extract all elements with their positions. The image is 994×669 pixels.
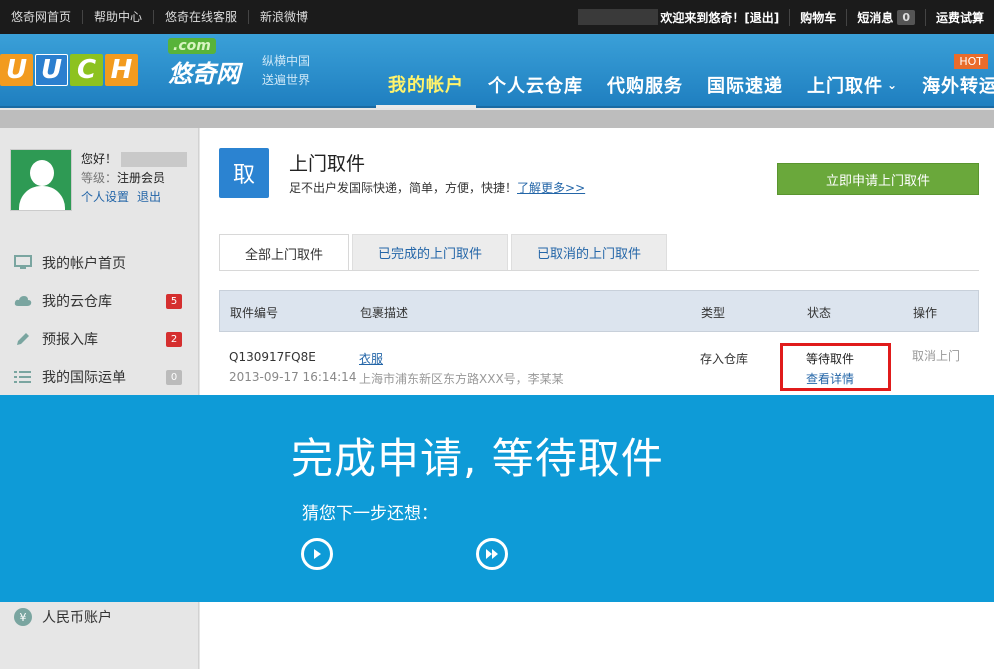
level-label: 等级： [81, 171, 118, 185]
sidebar-item-label: 预报入库 [42, 332, 98, 348]
username-redacted [578, 9, 659, 25]
subtitle-text: 足不出户发国际快递，简单，方便，快捷！ [289, 181, 518, 195]
sidebar-item-prealert[interactable]: 预报入库 2 [0, 320, 199, 358]
tab-all-pickups[interactable]: 全部上门取件 [219, 234, 350, 271]
count-badge: 2 [166, 332, 182, 347]
pickup-id: Q130917FQ8E [229, 350, 316, 364]
count-badge: 5 [166, 294, 182, 309]
chevron-down-icon: ⌄ [887, 78, 899, 92]
tab-completed-pickups[interactable]: 已完成的上门取件 [352, 234, 509, 270]
logo-text: 悠奇网 [168, 60, 240, 88]
cancel-pickup-link[interactable]: 取消上门 [912, 347, 960, 364]
slogan: 纵横中国 送遍世界 [262, 52, 310, 90]
topbar-link-weibo[interactable]: 新浪微博 [249, 10, 319, 24]
list-icon [14, 368, 32, 386]
monitor-icon [14, 254, 32, 272]
hot-badge: HOT [954, 54, 988, 69]
banner-prompt: 猜您下一步还想： [302, 504, 438, 524]
greeting: 您好！ [81, 152, 118, 166]
sidebar-item-rmb-account[interactable]: ¥ 人民币账户 [14, 606, 112, 628]
level-value: 注册会员 [117, 171, 166, 185]
nav-pickup-label: 上门取件 [807, 76, 883, 97]
page-subtitle: 足不出户发国际快递，简单，方便，快捷！了解更多>> [289, 179, 585, 196]
column-header: 类型 [701, 306, 726, 320]
package-desc-link[interactable]: 衣服 [359, 350, 383, 367]
table-header: 取件编号 包裹描述 类型 状态 操作 [219, 290, 979, 332]
logout-link[interactable]: 退出 [137, 190, 161, 204]
sidebar-item-label: 我的云仓库 [42, 294, 112, 310]
logo-letter: C [70, 54, 103, 86]
avatar[interactable] [10, 149, 72, 211]
fast-forward-icon[interactable] [476, 538, 508, 570]
pickup-icon: 取 [219, 148, 269, 198]
tab-divider [219, 270, 979, 271]
cart-link[interactable]: 购物车 [790, 8, 848, 26]
sidebar-item-cloud-warehouse[interactable]: 我的云仓库 5 [0, 282, 199, 320]
slogan-line: 送遍世界 [262, 73, 311, 87]
banner-headline: 完成申请, 等待取件 [291, 434, 664, 483]
shipping-calc-link[interactable]: 运费试算 [926, 9, 994, 26]
pickup-address: 上海市浦东新区东方路XXX号，李某某 [359, 372, 564, 386]
topbar-link-help[interactable]: 帮助中心 [83, 10, 155, 24]
messages-label: 短消息 [857, 10, 894, 25]
logo-letter: H [105, 54, 138, 86]
column-header: 包裹描述 [360, 306, 409, 320]
slogan-line: 纵横中国 [262, 54, 311, 68]
column-header: 操作 [913, 306, 938, 320]
play-icon[interactable] [301, 538, 333, 570]
logo-letter: U [0, 54, 33, 86]
tab-bar: 全部上门取件 已完成的上门取件 已取消的上门取件 [219, 234, 670, 271]
highlight-box [780, 343, 891, 391]
column-header: 状态 [807, 306, 832, 320]
pickup-datetime: 2013-09-17 16:14:14 [229, 370, 357, 384]
topbar-link-home[interactable]: 悠奇网首页 [0, 10, 84, 24]
sidebar-menu: 我的帐户首页 我的云仓库 5 预报入库 2 我的国际运单 0 [0, 244, 199, 396]
sidebar-item-label: 我的国际运单 [42, 370, 126, 386]
nav-pickup[interactable]: 上门取件 ⌄ [795, 62, 910, 108]
learn-more-link[interactable]: 了解更多>> [517, 181, 585, 195]
top-bar: 悠奇网首页 帮助中心 悠奇在线客服 新浪微博 欢迎来到悠奇！[退出] 购物车 短… [0, 0, 994, 34]
main-nav: 我的帐户 个人云仓库 代购服务 国际速递 上门取件 ⌄ 海外转运 [376, 62, 994, 108]
sidebar-item-account-home[interactable]: 我的帐户首页 [0, 244, 199, 282]
cloud-icon [14, 292, 32, 310]
sidebar-item-label: 我的帐户首页 [42, 256, 126, 272]
header-divider [0, 110, 994, 128]
tab-cancelled-pickups[interactable]: 已取消的上门取件 [511, 234, 668, 270]
sidebar-item-intl-waybill[interactable]: 我的国际运单 0 [0, 358, 199, 396]
sidebar-item-label: 人民币账户 [42, 610, 112, 626]
nav-intl-express[interactable]: 国际速递 [695, 62, 795, 108]
nav-purchasing[interactable]: 代购服务 [595, 62, 695, 108]
count-badge: 0 [166, 370, 182, 385]
page-title: 上门取件 [289, 153, 366, 175]
apply-pickup-button[interactable]: 立即申请上门取件 [777, 163, 979, 195]
logo[interactable]: U U C H [0, 54, 140, 86]
logo-letter: U [35, 54, 68, 86]
column-header: 取件编号 [230, 306, 279, 320]
site-header: U U C H .com 悠奇网 纵横中国 送遍世界 我的帐户 个人云仓库 代购… [0, 34, 994, 108]
messages-count-badge: 0 [897, 9, 915, 25]
logo-com: .com [168, 38, 216, 54]
pickup-type: 存入仓库 [700, 352, 749, 366]
nav-my-account[interactable]: 我的帐户 [376, 62, 476, 108]
user-info: 您好！ 等级：注册会员 个人设置 退出 [81, 150, 188, 207]
welcome-text[interactable]: 欢迎来到悠奇！[退出] [660, 8, 791, 26]
yen-icon: ¥ [14, 608, 32, 626]
messages-link[interactable]: 短消息 0 [847, 8, 926, 26]
completion-banner: 完成申请, 等待取件 猜您下一步还想： [0, 395, 994, 602]
settings-link[interactable]: 个人设置 [81, 190, 129, 204]
nav-cloud-warehouse[interactable]: 个人云仓库 [476, 62, 595, 108]
topbar-link-service[interactable]: 悠奇在线客服 [154, 10, 250, 24]
username-redacted [121, 152, 188, 167]
pencil-icon [14, 330, 32, 348]
